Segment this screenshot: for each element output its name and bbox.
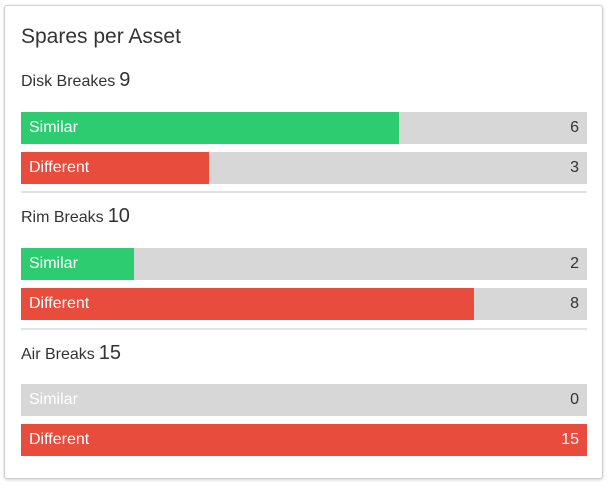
- similar-bar-value: 2: [570, 255, 579, 272]
- section-total: 10: [107, 205, 130, 227]
- section-divider: [21, 191, 587, 193]
- similar-bar-value: 6: [570, 119, 579, 136]
- similar-bar-value: 0: [570, 391, 579, 408]
- different-bar-fill: [21, 424, 587, 456]
- section-name: Rim Breaks: [21, 209, 104, 226]
- different-bar-label: Different: [29, 431, 90, 448]
- similar-bar-label: Similar: [29, 255, 78, 272]
- similar-bar: Similar 6: [21, 112, 587, 144]
- section-header: Disk Breakes 9: [21, 68, 587, 92]
- different-bar-value: 3: [570, 159, 579, 176]
- similar-bar-label: Similar: [29, 119, 78, 136]
- different-bar: Different 3: [21, 152, 587, 184]
- similar-bar: Similar 2: [21, 248, 587, 280]
- section-divider: [21, 328, 587, 330]
- section-header: Air Breaks 15: [21, 341, 587, 365]
- panel-title: Spares per Asset: [21, 25, 181, 48]
- section-total: 9: [119, 69, 131, 91]
- section-total: 15: [98, 342, 122, 364]
- different-bar-value: 15: [561, 431, 579, 448]
- different-bar-label: Different: [29, 159, 90, 176]
- section-name: Disk Breakes: [21, 73, 116, 90]
- section-name: Air Breaks: [21, 346, 95, 363]
- similar-bar: Similar 0: [21, 384, 587, 416]
- different-bar: Different 15: [21, 424, 587, 456]
- section-disk-breakes: Disk Breakes 9 Similar 6 Different 3: [21, 68, 587, 184]
- different-bar-label: Different: [29, 295, 90, 312]
- section-header: Rim Breaks 10: [21, 204, 587, 228]
- section-air-breaks: Air Breaks 15 Similar 0 Different 15: [21, 341, 587, 456]
- spares-per-asset-panel: Spares per Asset Disk Breakes 9 Similar 6…: [4, 5, 603, 479]
- different-bar: Different 8: [21, 288, 587, 320]
- section-rim-breaks: Rim Breaks 10 Similar 2 Different 8: [21, 204, 587, 320]
- different-bar-value: 8: [570, 295, 579, 312]
- similar-bar-label: Similar: [29, 391, 78, 408]
